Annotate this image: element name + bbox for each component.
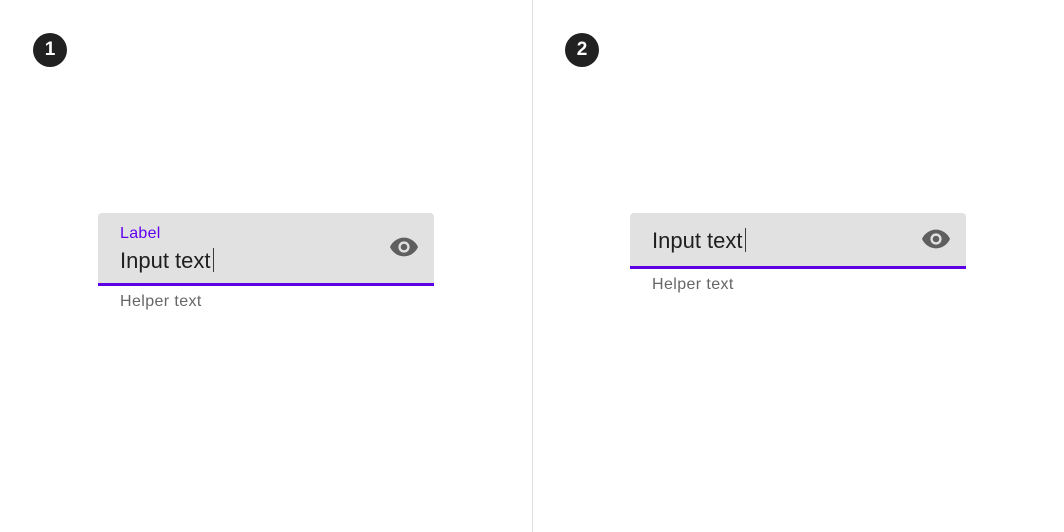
eye-icon[interactable] [390, 237, 418, 257]
field-input[interactable]: Input text [120, 248, 214, 274]
field-input-value: Input text [652, 228, 743, 253]
helper-text: Helper text [652, 276, 734, 293]
field-label: Label [120, 225, 161, 242]
step-number: 1 [44, 39, 56, 60]
text-field-with-label[interactable]: Label Input text [98, 213, 434, 286]
text-cursor [744, 228, 746, 252]
field-input[interactable]: Input text [652, 228, 746, 254]
step-badge-1: 1 [33, 33, 67, 67]
step-number: 2 [576, 39, 588, 60]
text-cursor [212, 248, 214, 272]
example-panel-1: 1 Label Input text Helper text [0, 0, 532, 532]
step-badge-2: 2 [565, 33, 599, 67]
example-panel-2: 2 Input text Helper text [533, 0, 1064, 532]
field-input-value: Input text [120, 248, 211, 273]
eye-icon[interactable] [922, 229, 950, 249]
text-field-without-label[interactable]: Input text [630, 213, 966, 269]
helper-text: Helper text [120, 293, 202, 310]
